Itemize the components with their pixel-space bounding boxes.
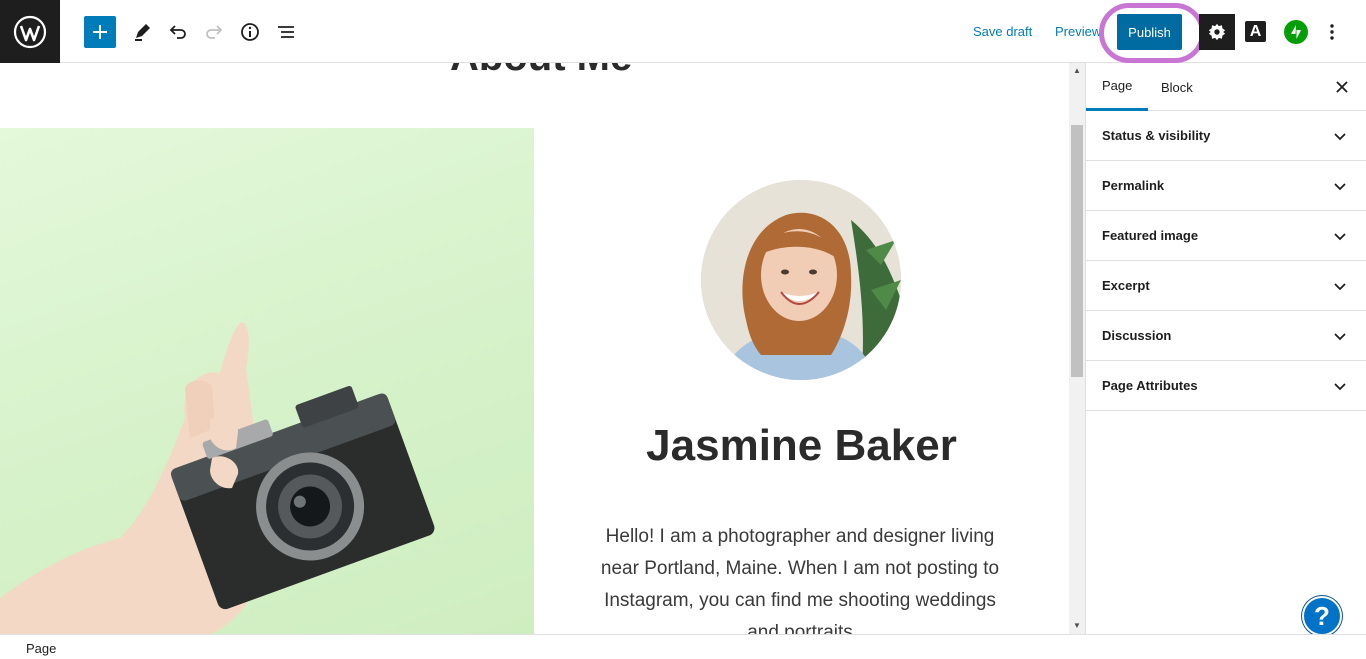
panel-label: Status & visibility: [1102, 128, 1211, 143]
list-view-button[interactable]: [270, 16, 302, 48]
help-button[interactable]: ?: [1302, 596, 1342, 636]
undo-icon: [169, 25, 186, 39]
gear-icon: [1208, 23, 1226, 41]
page-title-block[interactable]: About Me: [450, 63, 632, 80]
panel-discussion[interactable]: Discussion: [1086, 311, 1366, 361]
save-draft-button[interactable]: Save draft: [973, 24, 1032, 39]
tab-block[interactable]: Block: [1145, 63, 1209, 111]
jetpack-button[interactable]: [1284, 20, 1308, 44]
panel-label: Featured image: [1102, 228, 1199, 243]
chevron-down-icon: [1334, 333, 1346, 341]
settings-sidebar: Page Block Status & visibility Permalink…: [1085, 63, 1366, 634]
tools-button[interactable]: [126, 16, 158, 48]
redo-icon: [206, 25, 223, 39]
close-sidebar-button[interactable]: [1330, 75, 1354, 99]
options-button[interactable]: [1320, 18, 1344, 46]
breadcrumb-page[interactable]: Page: [26, 641, 56, 656]
chevron-down-icon: [1334, 233, 1346, 241]
redo-button[interactable]: [198, 16, 230, 48]
person-name-heading[interactable]: Jasmine Baker: [534, 421, 1069, 471]
info-icon: [241, 23, 259, 41]
list-view-icon: [278, 26, 294, 38]
panel-featured-image[interactable]: Featured image: [1086, 211, 1366, 261]
preview-button[interactable]: Preview: [1055, 24, 1101, 39]
bio-paragraph[interactable]: Hello! I am a photographer and designer …: [600, 521, 1000, 634]
sidebar-tabs: Page Block: [1086, 63, 1366, 111]
details-button[interactable]: [234, 16, 266, 48]
editor-header: Save draft Preview Publish A: [0, 0, 1366, 63]
canvas-scrollbar[interactable]: ▲ ▼: [1069, 63, 1085, 634]
woman-portrait-illustration: [701, 180, 901, 380]
scroll-down-arrow-icon[interactable]: ▼: [1069, 618, 1085, 634]
chevron-down-icon: [1334, 133, 1346, 141]
panel-label: Discussion: [1102, 328, 1172, 343]
wordpress-logo-button[interactable]: [0, 0, 60, 63]
panel-label: Page Attributes: [1102, 378, 1198, 393]
wordpress-icon: [13, 15, 47, 48]
chevron-down-icon: [1334, 383, 1346, 391]
panel-label: Excerpt: [1102, 278, 1150, 293]
panel-status-visibility[interactable]: Status & visibility: [1086, 111, 1366, 161]
jetpack-bolt-icon: [1291, 25, 1301, 39]
undo-button[interactable]: [162, 16, 194, 48]
scrollbar-thumb[interactable]: [1071, 125, 1083, 377]
scroll-up-arrow-icon[interactable]: ▲: [1069, 63, 1085, 79]
hand-holding-camera-illustration: [0, 322, 435, 634]
panel-excerpt[interactable]: Excerpt: [1086, 261, 1366, 311]
chevron-down-icon: [1334, 283, 1346, 291]
profile-photo-avatar[interactable]: [701, 180, 901, 380]
kebab-menu-icon: [1330, 24, 1334, 40]
panel-permalink[interactable]: Permalink: [1086, 161, 1366, 211]
amp-button[interactable]: A: [1245, 21, 1266, 42]
camera-photo-image[interactable]: [0, 128, 534, 634]
pencil-icon: [135, 24, 150, 41]
add-block-button[interactable]: [84, 16, 116, 48]
block-breadcrumb-footer: Page: [0, 634, 1366, 659]
panel-page-attributes[interactable]: Page Attributes: [1086, 361, 1366, 411]
publish-button[interactable]: Publish: [1117, 14, 1182, 50]
panel-label: Permalink: [1102, 178, 1165, 193]
editor-canvas[interactable]: About Me: [0, 63, 1069, 634]
plus-icon: [93, 25, 107, 39]
close-icon: [1336, 81, 1348, 93]
settings-button[interactable]: [1199, 14, 1235, 50]
chevron-down-icon: [1334, 183, 1346, 191]
tab-page[interactable]: Page: [1086, 63, 1149, 111]
